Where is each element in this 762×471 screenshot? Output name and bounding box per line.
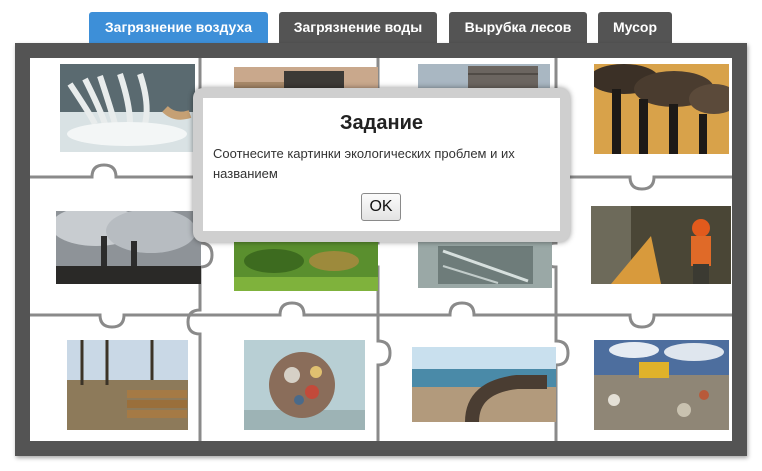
tab-water-pollution[interactable]: Загрязнение воды — [279, 12, 437, 43]
chainsaw-logging-image — [591, 206, 731, 284]
industrial-dump-truck-image — [418, 64, 550, 89]
category-tabs: Загрязнение воздуха Загрязнение воды Выр… — [0, 0, 762, 44]
picture-sewage-pipe-beach[interactable] — [412, 347, 556, 422]
tab-garbage[interactable]: Мусор — [598, 12, 672, 43]
trash-ball-image — [244, 340, 365, 430]
picture-factory-chimney-smoke[interactable] — [594, 64, 729, 154]
picture-landfill-bulldozer[interactable] — [594, 340, 729, 430]
picture-polluted-water-pipe[interactable] — [418, 241, 552, 288]
picture-industrial-dump-truck[interactable] — [418, 64, 550, 89]
picture-power-plant-smog[interactable] — [56, 211, 201, 284]
power-plant-smog-image — [56, 211, 201, 284]
felled-logs-image — [67, 340, 188, 430]
dialog-text: Соотнесите картинки экологических пробле… — [213, 146, 515, 181]
picture-chainsaw-logging[interactable] — [591, 206, 731, 284]
picture-factory-waste-water[interactable] — [60, 64, 195, 152]
tab-air-pollution[interactable]: Загрязнение воздуха — [89, 12, 268, 43]
landfill-bulldozer-image — [594, 340, 729, 430]
polluted-water-pipe-image — [418, 241, 552, 288]
green-aerial-forest-image — [234, 241, 378, 291]
sewage-pipe-beach-image — [412, 347, 556, 422]
factory-waste-water-image — [60, 64, 195, 152]
picture-trash-ball[interactable] — [244, 340, 365, 430]
tab-deforestation[interactable]: Вырубка лесов — [449, 12, 587, 43]
dialog-title: Задание — [340, 112, 423, 134]
factory-chimney-smoke-image — [594, 64, 729, 154]
picture-green-aerial-forest[interactable] — [234, 241, 378, 291]
task-dialog: Задание Соотнесите картинки экологически… — [203, 98, 560, 231]
ok-button[interactable]: OK — [361, 193, 401, 221]
picture-felled-logs[interactable] — [67, 340, 188, 430]
